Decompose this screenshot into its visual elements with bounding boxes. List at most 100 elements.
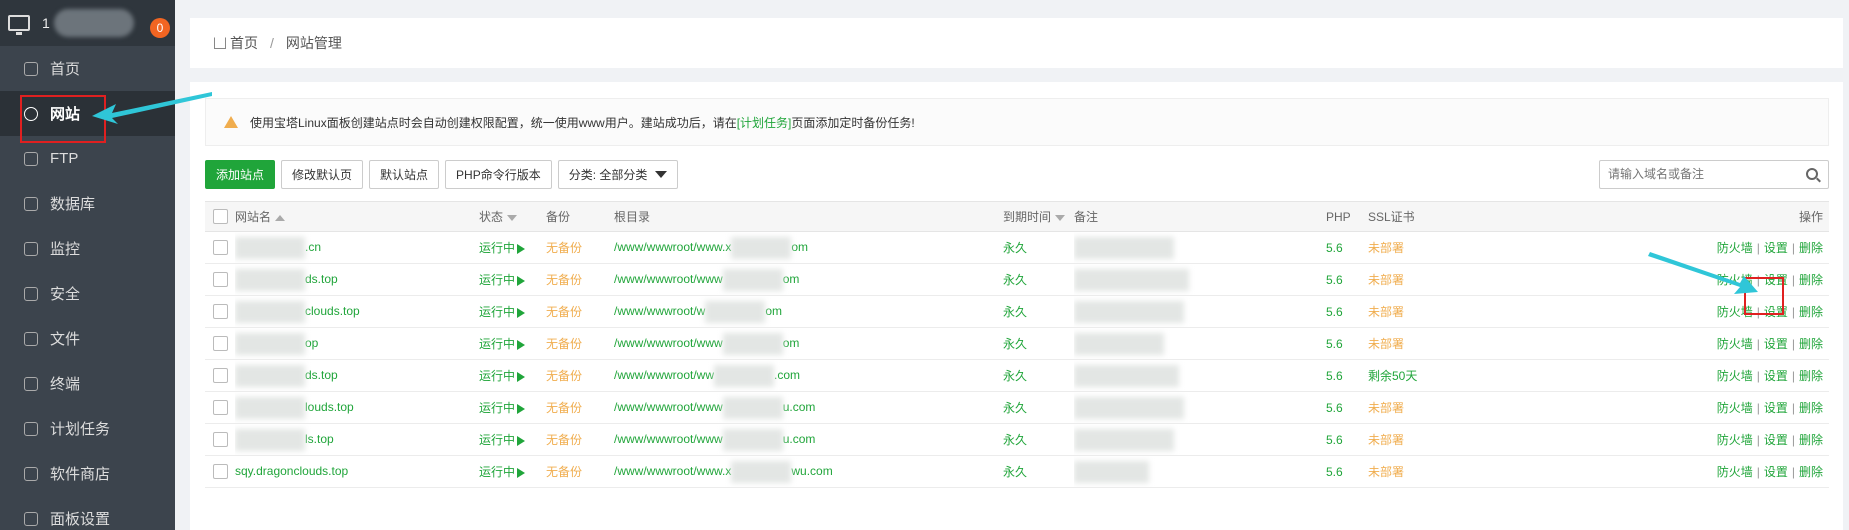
firewall-link[interactable]: 防火墙 bbox=[1717, 465, 1753, 479]
site-note[interactable] bbox=[1074, 359, 1326, 392]
site-php[interactable]: 5.6 bbox=[1326, 231, 1368, 264]
site-name[interactable]: louds.top bbox=[235, 391, 479, 424]
notice-cron-link[interactable]: [计划任务] bbox=[737, 114, 792, 131]
settings-link[interactable]: 设置 bbox=[1764, 401, 1788, 415]
sidebar-item-10[interactable]: 面板设置 bbox=[0, 496, 175, 530]
site-status[interactable]: 运行中 bbox=[479, 231, 546, 264]
sidebar-item-0[interactable]: 首页 bbox=[0, 46, 175, 91]
site-name[interactable]: op bbox=[235, 327, 479, 360]
site-status[interactable]: 运行中 bbox=[479, 263, 546, 296]
site-root[interactable]: /www/wwwroot/www u.com bbox=[614, 423, 1003, 456]
settings-link[interactable]: 设置 bbox=[1764, 369, 1788, 383]
site-backup[interactable]: 无备份 bbox=[546, 327, 614, 360]
site-name[interactable]: .cn bbox=[235, 231, 479, 264]
row-checkbox[interactable] bbox=[213, 272, 228, 287]
row-checkbox[interactable] bbox=[213, 464, 228, 479]
firewall-link[interactable]: 防火墙 bbox=[1717, 433, 1753, 447]
site-name[interactable]: ds.top bbox=[235, 359, 479, 392]
edit-default-page-button[interactable]: 修改默认页 bbox=[281, 159, 364, 189]
delete-link[interactable]: 删除 bbox=[1799, 433, 1823, 447]
site-expire[interactable]: 永久 bbox=[1003, 231, 1074, 264]
settings-link[interactable]: 设置 bbox=[1764, 433, 1788, 447]
php-cli-version-button[interactable]: PHP命令行版本 bbox=[445, 159, 552, 189]
site-note[interactable] bbox=[1074, 231, 1326, 264]
col-name[interactable]: 网站名 bbox=[235, 201, 479, 232]
settings-link[interactable]: 设置 bbox=[1764, 241, 1788, 255]
select-all-checkbox[interactable] bbox=[213, 209, 228, 224]
row-checkbox[interactable] bbox=[213, 432, 228, 447]
site-ssl[interactable]: 未部署 bbox=[1368, 391, 1453, 424]
site-backup[interactable]: 无备份 bbox=[546, 231, 614, 264]
site-php[interactable]: 5.6 bbox=[1326, 295, 1368, 328]
site-expire[interactable]: 永久 bbox=[1003, 263, 1074, 296]
site-root[interactable]: /www/wwwroot/www u.com bbox=[614, 391, 1003, 424]
site-name[interactable]: sqy.dragonclouds.top bbox=[235, 455, 479, 488]
site-root[interactable]: /www/wwwroot/www.x om bbox=[614, 231, 1003, 264]
site-status[interactable]: 运行中 bbox=[479, 295, 546, 328]
sidebar-item-8[interactable]: 计划任务 bbox=[0, 406, 175, 451]
site-status[interactable]: 运行中 bbox=[479, 391, 546, 424]
sidebar-item-6[interactable]: 文件 bbox=[0, 316, 175, 361]
site-php[interactable]: 5.6 bbox=[1326, 391, 1368, 424]
settings-link[interactable]: 设置 bbox=[1764, 465, 1788, 479]
site-backup[interactable]: 无备份 bbox=[546, 423, 614, 456]
firewall-link[interactable]: 防火墙 bbox=[1717, 401, 1753, 415]
site-name[interactable]: ls.top bbox=[235, 423, 479, 456]
site-root[interactable]: /www/wwwroot/w om bbox=[614, 295, 1003, 328]
site-status[interactable]: 运行中 bbox=[479, 423, 546, 456]
add-site-button[interactable]: 添加站点 bbox=[205, 159, 276, 189]
site-ssl[interactable]: 剩余50天 bbox=[1368, 359, 1453, 392]
notification-badge[interactable]: 0 bbox=[150, 18, 170, 38]
site-expire[interactable]: 永久 bbox=[1003, 455, 1074, 488]
site-ssl[interactable]: 未部署 bbox=[1368, 455, 1453, 488]
firewall-link[interactable]: 防火墙 bbox=[1717, 369, 1753, 383]
site-note[interactable] bbox=[1074, 423, 1326, 456]
delete-link[interactable]: 删除 bbox=[1799, 369, 1823, 383]
default-site-button[interactable]: 默认站点 bbox=[369, 159, 440, 189]
site-root[interactable]: /www/wwwroot/ww .com bbox=[614, 359, 1003, 392]
delete-link[interactable]: 删除 bbox=[1799, 337, 1823, 351]
home-icon[interactable] bbox=[214, 37, 226, 49]
search-input[interactable] bbox=[1608, 167, 1806, 181]
site-note[interactable] bbox=[1074, 263, 1326, 296]
search-box[interactable] bbox=[1599, 159, 1829, 189]
sidebar-item-4[interactable]: 监控 bbox=[0, 226, 175, 271]
delete-link[interactable]: 删除 bbox=[1799, 465, 1823, 479]
sidebar-item-9[interactable]: 软件商店 bbox=[0, 451, 175, 496]
site-name[interactable]: ds.top bbox=[235, 263, 479, 296]
site-root[interactable]: /www/wwwroot/www om bbox=[614, 263, 1003, 296]
delete-link[interactable]: 删除 bbox=[1799, 305, 1823, 319]
site-ssl[interactable]: 未部署 bbox=[1368, 263, 1453, 296]
sidebar-item-5[interactable]: 安全 bbox=[0, 271, 175, 316]
site-root[interactable]: /www/wwwroot/www.x wu.com bbox=[614, 455, 1003, 488]
site-note[interactable] bbox=[1074, 327, 1326, 360]
site-status[interactable]: 运行中 bbox=[479, 359, 546, 392]
site-ssl[interactable]: 未部署 bbox=[1368, 423, 1453, 456]
site-php[interactable]: 5.6 bbox=[1326, 327, 1368, 360]
site-backup[interactable]: 无备份 bbox=[546, 359, 614, 392]
category-select[interactable]: 分类: 全部分类 bbox=[557, 159, 679, 189]
site-php[interactable]: 5.6 bbox=[1326, 455, 1368, 488]
sidebar-item-7[interactable]: 终端 bbox=[0, 361, 175, 406]
delete-link[interactable]: 删除 bbox=[1799, 401, 1823, 415]
firewall-link[interactable]: 防火墙 bbox=[1717, 337, 1753, 351]
delete-link[interactable]: 删除 bbox=[1799, 241, 1823, 255]
site-ssl[interactable]: 未部署 bbox=[1368, 231, 1453, 264]
site-status[interactable]: 运行中 bbox=[479, 327, 546, 360]
site-expire[interactable]: 永久 bbox=[1003, 359, 1074, 392]
site-expire[interactable]: 永久 bbox=[1003, 327, 1074, 360]
row-checkbox[interactable] bbox=[213, 336, 228, 351]
row-checkbox[interactable] bbox=[213, 400, 228, 415]
row-checkbox[interactable] bbox=[213, 368, 228, 383]
settings-link[interactable]: 设置 bbox=[1764, 337, 1788, 351]
row-checkbox[interactable] bbox=[213, 240, 228, 255]
site-php[interactable]: 5.6 bbox=[1326, 423, 1368, 456]
site-ssl[interactable]: 未部署 bbox=[1368, 295, 1453, 328]
firewall-link[interactable]: 防火墙 bbox=[1717, 241, 1753, 255]
site-backup[interactable]: 无备份 bbox=[546, 391, 614, 424]
site-php[interactable]: 5.6 bbox=[1326, 263, 1368, 296]
sidebar-item-3[interactable]: 数据库 bbox=[0, 181, 175, 226]
site-backup[interactable]: 无备份 bbox=[546, 263, 614, 296]
site-root[interactable]: /www/wwwroot/www om bbox=[614, 327, 1003, 360]
scrollbar[interactable] bbox=[1843, 0, 1849, 530]
